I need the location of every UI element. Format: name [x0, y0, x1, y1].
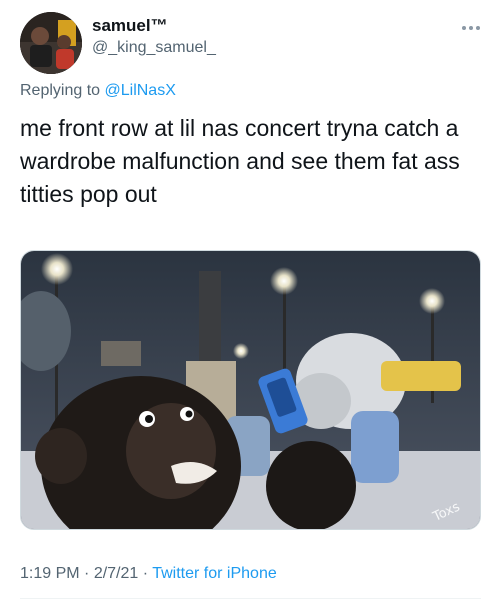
more-icon[interactable] [456, 18, 486, 38]
reply-context: Replying to @LilNasX [20, 82, 176, 100]
tweet-meta: 1:19 PM · 2/7/21 · Twitter for iPhone [20, 565, 277, 583]
avatar[interactable] [20, 12, 82, 74]
more-dot [476, 26, 480, 30]
meta-separator: · [79, 565, 94, 582]
display-name[interactable]: samuel™ [92, 16, 168, 36]
tweet-time[interactable]: 1:19 PM [20, 565, 80, 582]
tweet: samuel™ @_king_samuel_ Replying to @LilN… [0, 0, 501, 600]
more-dot [469, 26, 473, 30]
tweet-media[interactable]: Toxs [20, 250, 481, 530]
user-handle[interactable]: @_king_samuel_ [92, 39, 216, 57]
tweet-source-link[interactable]: Twitter for iPhone [152, 565, 277, 582]
reply-mention-link[interactable]: @LilNasX [105, 82, 176, 99]
media-image: Toxs [21, 251, 480, 529]
avatar-image [20, 12, 82, 74]
more-dot [462, 26, 466, 30]
tweet-text: me front row at lil nas concert tryna ca… [20, 115, 460, 207]
divider [20, 598, 481, 599]
tweet-date[interactable]: 2/7/21 [94, 565, 138, 582]
reply-prefix: Replying to [20, 82, 105, 99]
meta-separator: · [138, 565, 153, 582]
